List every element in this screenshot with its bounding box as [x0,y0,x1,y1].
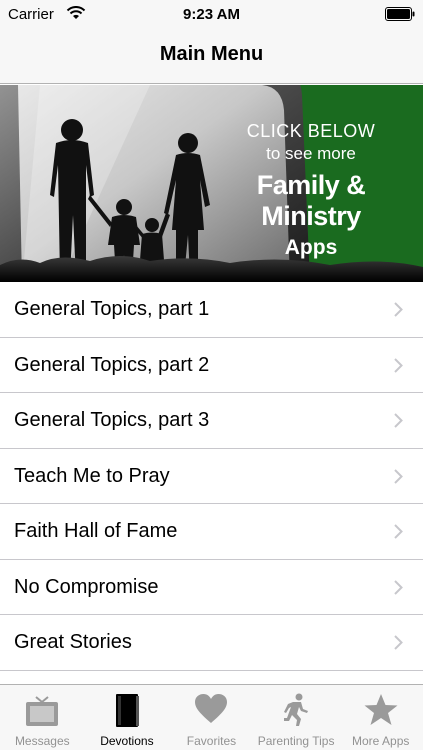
chevron-right-icon [394,302,403,317]
book-icon [115,694,139,727]
chevron-right-icon [394,524,403,539]
menu-item-label: General Topics, part 2 [14,353,210,376]
menu-item-label: No Compromise [14,575,159,598]
main-menu-list: General Topics, part 1 General Topics, p… [0,282,423,691]
menu-item-label: General Topics, part 1 [14,298,210,320]
chevron-right-icon [394,413,403,428]
tab-label: More Apps [352,734,410,748]
tab-more-apps[interactable]: More Apps [338,685,423,750]
banner-line-3: Family & Ministry [256,170,366,231]
chevron-right-icon [394,357,403,373]
banner-line-2: to see more [266,144,356,163]
page-title: Main Menu [159,43,264,65]
tab-favorites[interactable]: Favorites [169,685,254,750]
battery-icon [385,7,415,21]
menu-item-teach-me-to-pray[interactable]: Teach Me to Pray [0,448,423,504]
menu-item-label: General Topics, part 3 [14,409,210,431]
status-time: 9:23 AM [183,6,240,23]
chevron-right-icon [394,635,403,650]
tab-label: Parenting Tips [257,734,335,748]
menu-item-great-stories[interactable]: Great Stories [0,615,423,671]
menu-item-no-compromise[interactable]: No Compromise [0,559,423,615]
menu-item-general-topics-2[interactable]: General Topics, part 2 [0,337,423,393]
heart-icon [195,694,228,723]
tab-messages[interactable]: Messages [0,685,85,750]
tv-icon [26,696,59,726]
chevron-right-icon [394,468,403,484]
tab-devotions[interactable]: Devotions [85,685,170,750]
tab-label: Messages [14,734,70,748]
banner-line-1: CLICK BELOW [246,121,376,141]
menu-item-general-topics-3[interactable]: General Topics, part 3 [0,393,423,449]
menu-item-label: Faith Hall of Fame [14,520,178,542]
runner-icon [284,693,309,726]
banner-line-4: Apps [284,236,338,259]
more-apps-banner[interactable]: CLICK BELOW to see more Family & Ministr… [0,85,423,282]
banner-caption: CLICK BELOW to see more Family & Ministr… [211,121,411,260]
chevron-right-icon [394,579,403,595]
status-bar: Carrier 9:23 AM [0,0,423,28]
menu-item-label: Great Stories [14,631,132,653]
menu-item-general-topics-1[interactable]: General Topics, part 1 [0,282,423,338]
tab-parenting-tips[interactable]: Parenting Tips [254,685,339,750]
star-icon [364,694,398,725]
tab-bar: Messages Devotions Favorites Parenting T… [0,684,423,750]
menu-item-label: Teach Me to Pray [14,464,170,487]
tab-label: Devotions [100,734,154,748]
tab-label: Favorites [186,734,237,748]
navigation-bar: Main Menu [0,28,423,84]
menu-item-faith-hall-of-fame[interactable]: Faith Hall of Fame [0,504,423,560]
